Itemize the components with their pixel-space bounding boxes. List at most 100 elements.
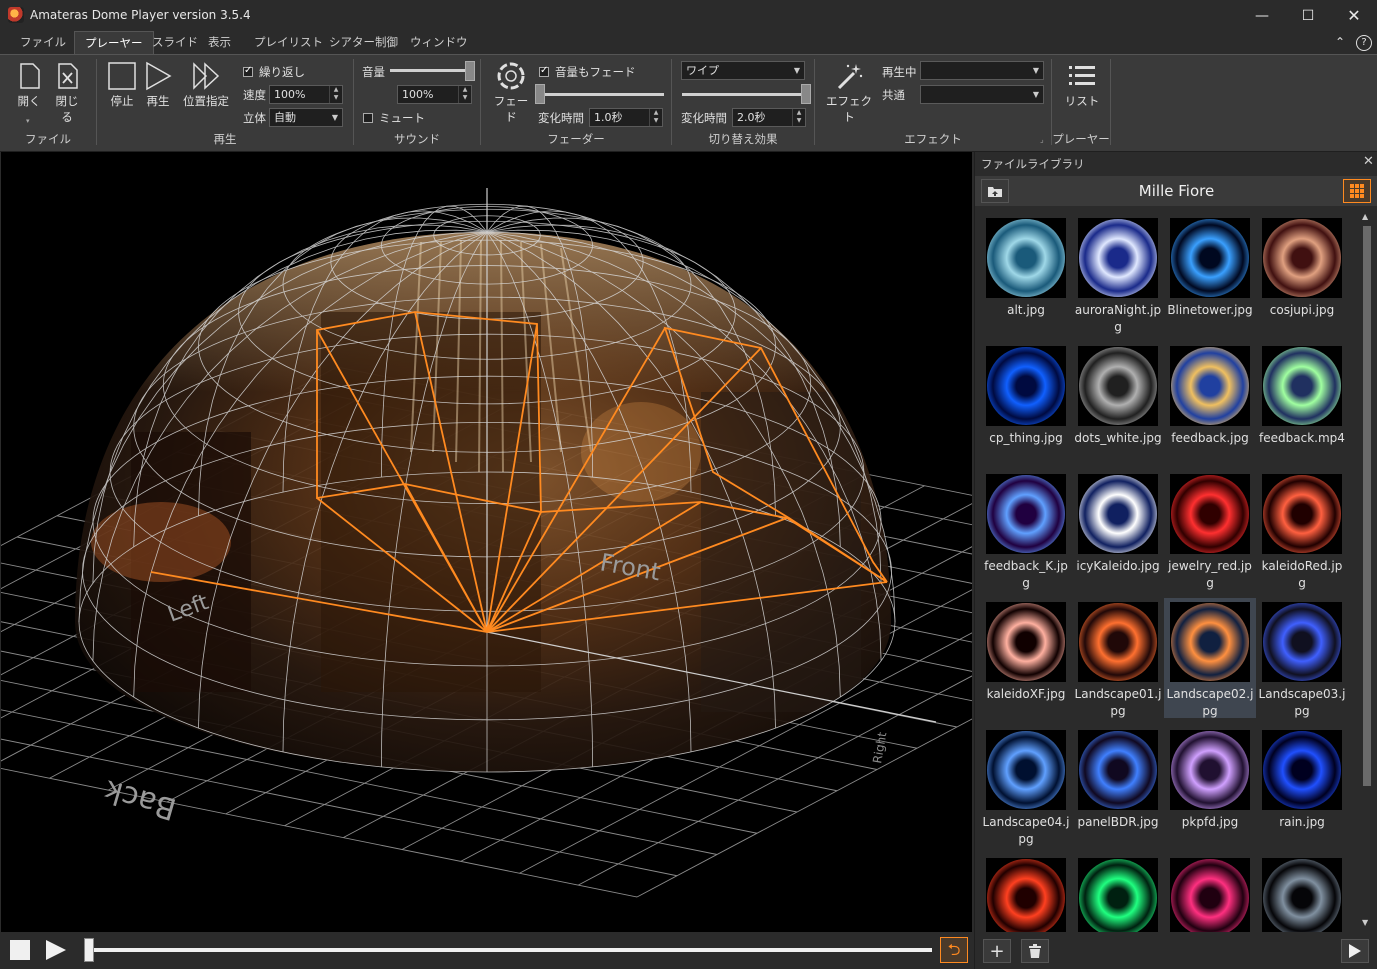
- fader-time-spinner-icon[interactable]: ▲ ▼: [649, 109, 662, 126]
- thumbnail-image: [1263, 731, 1341, 809]
- library-item[interactable]: cosjupi.jpg: [1256, 214, 1348, 334]
- library-item[interactable]: feedback.mp4: [1256, 342, 1348, 462]
- volume-slider-thumb[interactable]: [465, 61, 475, 81]
- library-item[interactable]: kaleidoXF.jpg: [980, 598, 1072, 718]
- volume-spinner-icon[interactable]: ▲ ▼: [458, 86, 471, 103]
- play-selected-button[interactable]: [1341, 939, 1369, 963]
- group-label-player: プレーヤー: [1052, 132, 1110, 146]
- window-title: Amateras Dome Player version 3.5.4: [30, 8, 251, 22]
- stereo-value: 自動: [274, 111, 296, 124]
- repeat-checkbox[interactable]: [243, 65, 253, 77]
- fader-time-field[interactable]: 1.0秒 ▲ ▼: [589, 108, 663, 127]
- add-file-button[interactable]: +: [983, 939, 1011, 963]
- library-item[interactable]: alt.jpg: [980, 214, 1072, 334]
- library-item[interactable]: auroraNight.jpg: [1072, 214, 1164, 334]
- maximize-icon[interactable]: ☐: [1285, 0, 1331, 31]
- fader-slider-thumb[interactable]: [535, 84, 545, 104]
- library-scrollbar[interactable]: ▲ ▼: [1359, 210, 1375, 932]
- library-item[interactable]: jewelry_red.jpg: [1164, 470, 1256, 590]
- stereo-select[interactable]: 自動 ▼: [269, 108, 343, 127]
- seek-thumb[interactable]: [84, 938, 94, 962]
- delete-file-button[interactable]: [1021, 939, 1049, 963]
- close-icon[interactable]: ✕: [1331, 0, 1377, 31]
- thumbnail: [1262, 730, 1342, 810]
- library-item[interactable]: pkpfd.jpg: [1164, 726, 1256, 846]
- library-item[interactable]: [1256, 854, 1348, 932]
- thumbnail: [1078, 218, 1158, 298]
- library-item[interactable]: [1072, 854, 1164, 932]
- library-item[interactable]: panelBDR.jpg: [1072, 726, 1164, 846]
- thumbnail: [986, 218, 1066, 298]
- library-item[interactable]: kaleidoRed.jpg: [1256, 470, 1348, 590]
- library-item[interactable]: Landscape01.jpg: [1072, 598, 1164, 718]
- volume-field[interactable]: 100% ▲ ▼: [397, 85, 472, 104]
- tab-view[interactable]: 表示: [198, 31, 241, 54]
- speed-label: 速度: [243, 88, 266, 102]
- library-item[interactable]: icyKaleido.jpg: [1072, 470, 1164, 590]
- file-name: Landscape04.jpg: [982, 815, 1070, 846]
- effect-common-select[interactable]: ▼: [920, 85, 1044, 104]
- library-item[interactable]: rain.jpg: [1256, 726, 1348, 846]
- tab-theater-control[interactable]: シアター制御: [319, 31, 408, 54]
- play-button[interactable]: 再生: [142, 61, 174, 109]
- seek-button[interactable]: 位置指定: [180, 61, 232, 109]
- transition-type-select[interactable]: ワイプ ▼: [681, 61, 805, 80]
- thumbnail: [1170, 730, 1250, 810]
- repeat-toggle-icon[interactable]: ⮌: [940, 937, 968, 963]
- thumbnail: [986, 730, 1066, 810]
- dome-viewport[interactable]: Front Left Back Right: [1, 152, 972, 932]
- file-name: kaleidoRed.jpg: [1261, 559, 1343, 590]
- library-item[interactable]: Landscape03.jpg: [1256, 598, 1348, 718]
- effect-playing-select[interactable]: ▼: [920, 61, 1044, 80]
- dialog-launcher-icon[interactable]: ⌟: [1040, 135, 1044, 144]
- thumbnail: [1262, 602, 1342, 682]
- list-button[interactable]: リスト: [1064, 61, 1100, 109]
- transition-slider-track[interactable]: [682, 93, 806, 96]
- open-dropdown-icon[interactable]: ▾: [26, 117, 30, 125]
- thumbnail: [1078, 602, 1158, 682]
- file-name: Blinetower.jpg: [1167, 303, 1253, 317]
- grid-view-button[interactable]: [1343, 179, 1371, 203]
- collapse-ribbon-icon[interactable]: ⌃: [1335, 35, 1345, 49]
- tab-window[interactable]: ウィンドウ: [400, 31, 478, 54]
- fade-sound-checkbox[interactable]: [539, 65, 549, 77]
- library-item[interactable]: cp_thing.jpg: [980, 342, 1072, 462]
- library-item[interactable]: Landscape04.jpg: [980, 726, 1072, 846]
- library-item[interactable]: feedback_K.jpg: [980, 470, 1072, 590]
- stop-icon[interactable]: [10, 940, 30, 960]
- effect-button[interactable]: エフェクト: [826, 61, 872, 125]
- library-item[interactable]: Blinetower.jpg: [1164, 214, 1256, 334]
- speed-spinner-icon[interactable]: ▲ ▼: [329, 86, 342, 103]
- transition-time-label: 変化時間: [681, 111, 727, 125]
- library-item[interactable]: [1164, 854, 1256, 932]
- transition-time-spinner-icon[interactable]: ▲ ▼: [792, 109, 805, 126]
- scroll-down-icon[interactable]: ▼: [1362, 918, 1368, 927]
- transition-time-field[interactable]: 2.0秒 ▲ ▼: [732, 108, 806, 127]
- panel-close-icon[interactable]: ✕: [1363, 154, 1374, 169]
- stop-button[interactable]: 停止: [106, 61, 138, 109]
- open-button[interactable]: 開く: [14, 61, 44, 109]
- volume-slider-track[interactable]: [390, 69, 470, 72]
- library-item[interactable]: dots_white.jpg: [1072, 342, 1164, 462]
- fader-slider-track[interactable]: [540, 93, 664, 96]
- library-item[interactable]: Landscape02.jpg: [1164, 598, 1256, 718]
- close-file-button[interactable]: 閉じる: [50, 61, 84, 125]
- dome-3d-view[interactable]: Front Left Back Right: [1, 152, 972, 932]
- minimize-icon[interactable]: —: [1239, 0, 1285, 31]
- library-item[interactable]: feedback.jpg: [1164, 342, 1256, 462]
- scroll-up-icon[interactable]: ▲: [1362, 212, 1368, 221]
- thumbnail: [986, 474, 1066, 554]
- library-item[interactable]: [980, 854, 1072, 932]
- thumbnail-image: [1171, 475, 1249, 553]
- scrollbar-thumb[interactable]: [1363, 226, 1371, 786]
- tab-file[interactable]: ファイル: [10, 31, 76, 54]
- speed-field[interactable]: 100% ▲ ▼: [269, 85, 343, 104]
- mute-checkbox[interactable]: [363, 113, 373, 123]
- thumbnail-image: [1263, 347, 1341, 425]
- fade-button[interactable]: フェード: [492, 61, 530, 125]
- play-icon[interactable]: [44, 939, 68, 961]
- help-icon[interactable]: ?: [1356, 35, 1372, 51]
- group-label-play: 再生: [213, 132, 237, 146]
- transition-slider-thumb[interactable]: [801, 84, 811, 104]
- seek-bar[interactable]: [84, 948, 932, 952]
